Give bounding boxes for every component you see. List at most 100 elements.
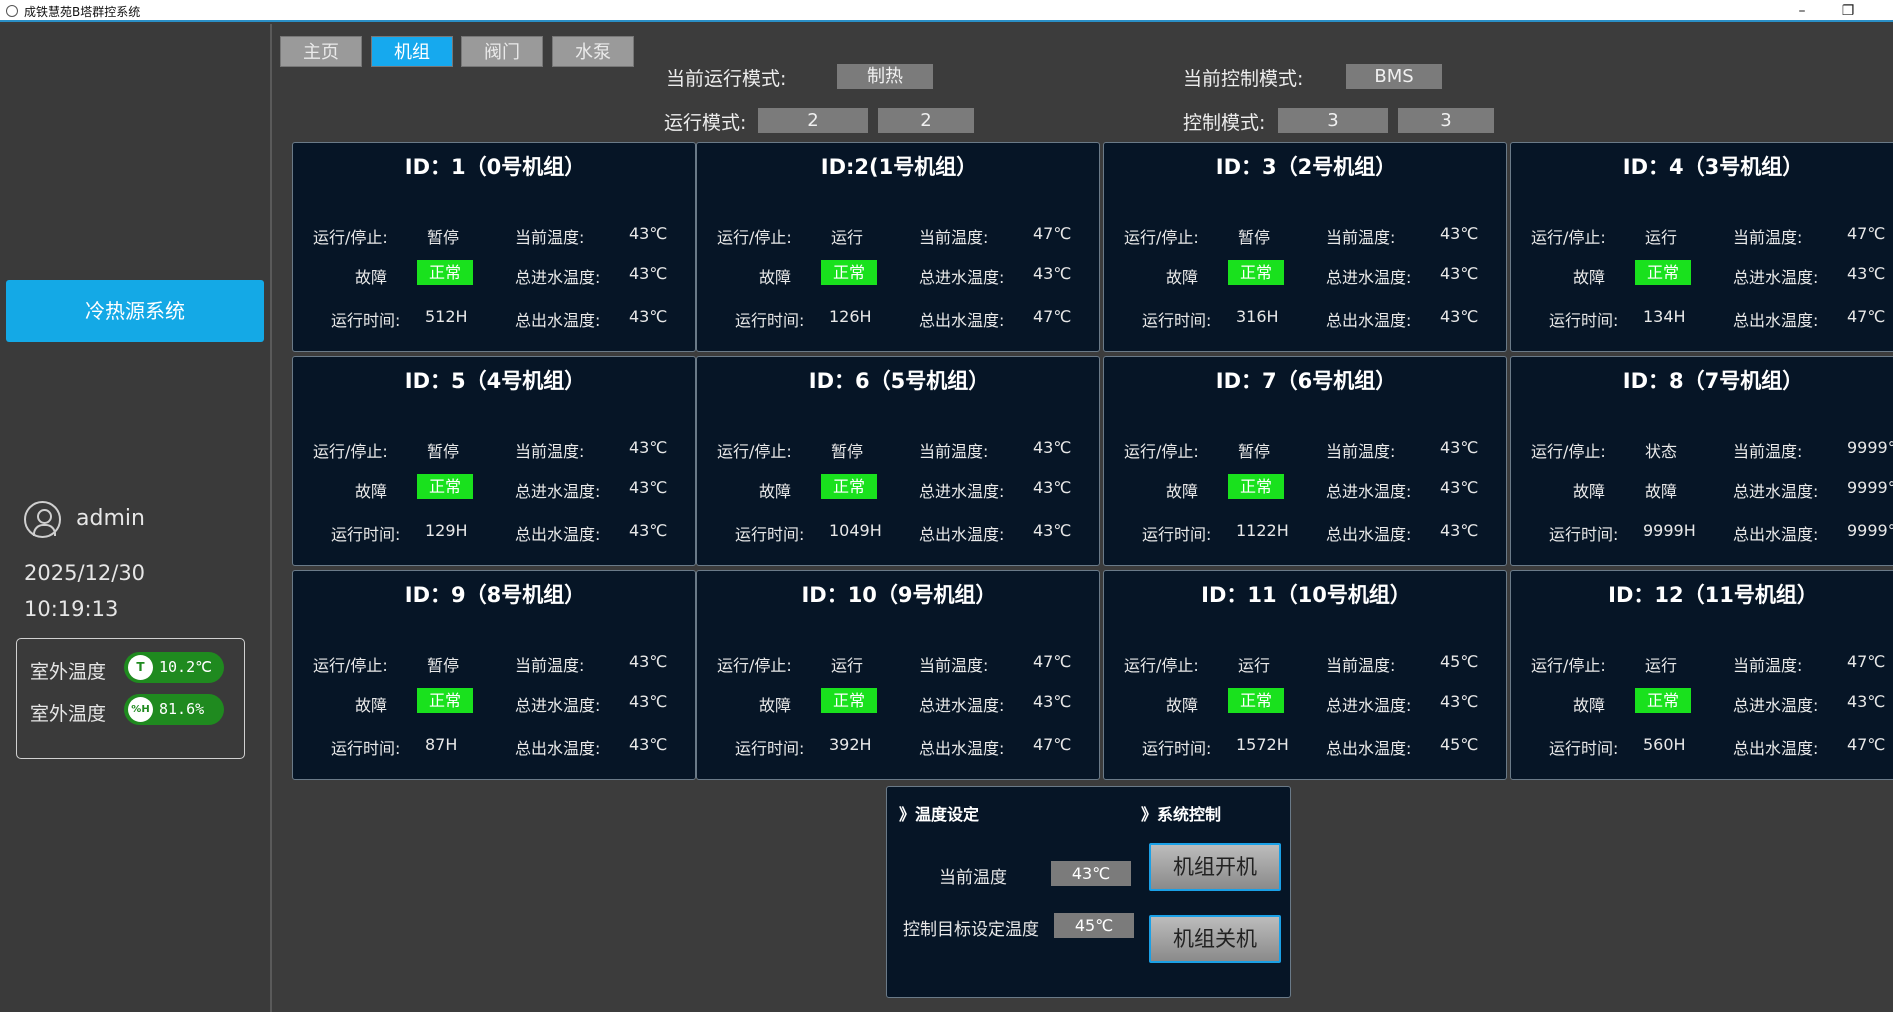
unit-title: ID：9（8号机组）: [404, 583, 586, 607]
run-state-value: 暂停: [1238, 442, 1271, 461]
fault-status-badge: 正常: [1228, 474, 1284, 499]
outlet-temp-value: 43℃: [629, 735, 668, 754]
run-time-label: 运行时间:: [735, 525, 805, 544]
unit-title: ID：6（5号机组）: [808, 369, 990, 393]
run-time-value: 560H: [1643, 735, 1686, 754]
restore-icon[interactable]: ❐: [1833, 2, 1863, 20]
current-temp-value: 47℃: [1033, 224, 1072, 243]
unit-title: ID：7（6号机组）: [1215, 369, 1397, 393]
tab-home[interactable]: 主页: [280, 36, 362, 67]
run-time-label: 运行时间:: [331, 525, 401, 544]
run-time-value: 9999H: [1643, 521, 1696, 540]
outlet-temp-label: 总出水温度:: [515, 739, 601, 758]
run-stop-label: 运行/停止:: [1531, 656, 1606, 675]
date-display: 2025/12/30: [24, 561, 146, 585]
current-temp-label: 当前温度:: [1326, 656, 1396, 675]
run-time-label: 运行时间:: [331, 311, 401, 330]
run-time-value: 1572H: [1236, 735, 1289, 754]
minimize-icon[interactable]: –: [1787, 2, 1817, 20]
thermometer-icon: T: [128, 655, 153, 680]
current-temp-label: 当前温度:: [919, 442, 989, 461]
nav-cold-heat-source[interactable]: 冷热源系统: [6, 280, 264, 342]
run-mode-label: 运行模式:: [664, 112, 747, 134]
run-time-label: 运行时间:: [1142, 311, 1212, 330]
unit-title: ID：4（3号机组）: [1622, 155, 1804, 179]
run-stop-label: 运行/停止:: [1124, 656, 1199, 675]
fault-status-badge: 正常: [821, 474, 877, 499]
run-time-label: 运行时间:: [735, 311, 805, 330]
current-temp-value: 47℃: [1847, 224, 1886, 243]
outdoor-temp-pill: T 10.2℃: [124, 652, 224, 683]
fault-label: 故障: [759, 482, 792, 501]
fault-label: 故障: [1166, 696, 1199, 715]
run-time-label: 运行时间:: [331, 739, 401, 758]
system-control-header: 》系统控制: [1141, 805, 1222, 824]
unit-card: ID：3（2号机组） 运行/停止: 暂停 当前温度: 43℃ 故障 总进水温度: 43℃ 运行时…: [1103, 142, 1507, 352]
target-temp-input[interactable]: 45℃: [1054, 913, 1134, 938]
outlet-temp-value: 45℃: [1440, 735, 1479, 754]
time-display: 10:19:13: [24, 597, 119, 621]
tab-pumps[interactable]: 水泵: [552, 36, 634, 67]
unit-stop-button[interactable]: 机组关机: [1149, 915, 1281, 963]
current-temp-value: 43℃: [1033, 438, 1072, 457]
outlet-temp-label: 总出水温度:: [919, 739, 1005, 758]
control-panel: 》温度设定 》系统控制 当前温度 43℃ 控制目标设定温度 45℃ 机组开机 机…: [886, 786, 1291, 998]
unit-title: ID：3（2号机组）: [1215, 155, 1397, 179]
outlet-temp-value: 47℃: [1847, 307, 1886, 326]
outlet-temp-label: 总出水温度:: [515, 525, 601, 544]
run-time-value: 134H: [1643, 307, 1686, 326]
current-temp-label: 当前温度:: [515, 656, 585, 675]
outdoor-temp-value: 10.2℃: [159, 658, 212, 676]
current-temp-label: 当前温度:: [515, 442, 585, 461]
inlet-temp-label: 总进水温度:: [1326, 696, 1412, 715]
fault-status-badge: 故障: [1645, 482, 1678, 501]
run-state-value: 状态: [1645, 442, 1678, 461]
run-time-value: 129H: [425, 521, 468, 540]
outlet-temp-label: 总出水温度:: [1733, 525, 1819, 544]
fault-status-badge: 正常: [417, 474, 473, 499]
target-temp-label: 控制目标设定温度: [903, 920, 1039, 940]
tab-units[interactable]: 机组: [371, 36, 453, 67]
unit-title: ID:2(1号机组）: [820, 155, 978, 179]
unit-card: ID：11（10号机组） 运行/停止: 运行 当前温度: 45℃ 故障 总进水温度: 43℃ 运…: [1103, 570, 1507, 780]
outlet-temp-label: 总出水温度:: [919, 311, 1005, 330]
inlet-temp-value: 43℃: [1033, 264, 1072, 283]
unit-title: ID：1（0号机组）: [404, 155, 586, 179]
unit-card: ID：7（6号机组） 运行/停止: 暂停 当前温度: 43℃ 故障 总进水温度: 43℃ 运行时…: [1103, 356, 1507, 566]
run-time-value: 1122H: [1236, 521, 1289, 540]
outlet-temp-value: 43℃: [1440, 521, 1479, 540]
current-temp-label: 当前温度:: [1733, 228, 1803, 247]
run-time-value: 1049H: [829, 521, 882, 540]
tab-valves[interactable]: 阀门: [461, 36, 543, 67]
fault-label: 故障: [1573, 268, 1606, 287]
unit-title: ID：10（9号机组）: [801, 583, 997, 607]
outdoor-humidity-label: 室外温度: [30, 703, 107, 725]
run-stop-label: 运行/停止:: [1531, 442, 1606, 461]
title-bar: 成铁慧苑B塔群控系统 – ❐ ✕: [0, 0, 1893, 22]
run-stop-label: 运行/停止:: [1124, 442, 1199, 461]
run-state-value: 运行: [1645, 656, 1678, 675]
run-time-label: 运行时间:: [1549, 739, 1619, 758]
run-state-value: 暂停: [427, 442, 460, 461]
user-icon: [24, 501, 61, 538]
unit-start-button[interactable]: 机组开机: [1149, 843, 1281, 891]
current-run-mode-value: 制热: [837, 64, 933, 89]
unit-title: ID：5（4号机组）: [404, 369, 586, 393]
current-control-mode-value: BMS: [1346, 64, 1442, 89]
inlet-temp-value: 43℃: [1440, 264, 1479, 283]
unit-card: ID：12（11号机组） 运行/停止: 运行 当前温度: 47℃ 故障 总进水温度: 43℃ 运…: [1510, 570, 1893, 780]
humidity-icon: %H: [128, 697, 153, 722]
outlet-temp-label: 总出水温度:: [515, 311, 601, 330]
unit-card: ID：6（5号机组） 运行/停止: 暂停 当前温度: 43℃ 故障 总进水温度: 43℃ 运行时…: [696, 356, 1100, 566]
run-stop-label: 运行/停止:: [717, 442, 792, 461]
run-time-value: 512H: [425, 307, 468, 326]
inlet-temp-label: 总进水温度:: [515, 268, 601, 287]
outdoor-humidity-value: 81.6%: [159, 700, 205, 718]
outdoor-temp-label: 室外温度: [30, 661, 107, 683]
current-temp-value: 47℃: [1847, 652, 1886, 671]
fault-label: 故障: [1573, 696, 1606, 715]
fault-status-badge: 正常: [821, 260, 877, 285]
inlet-temp-value: 43℃: [629, 478, 668, 497]
inlet-temp-label: 总进水温度:: [515, 696, 601, 715]
outlet-temp-label: 总出水温度:: [1326, 311, 1412, 330]
